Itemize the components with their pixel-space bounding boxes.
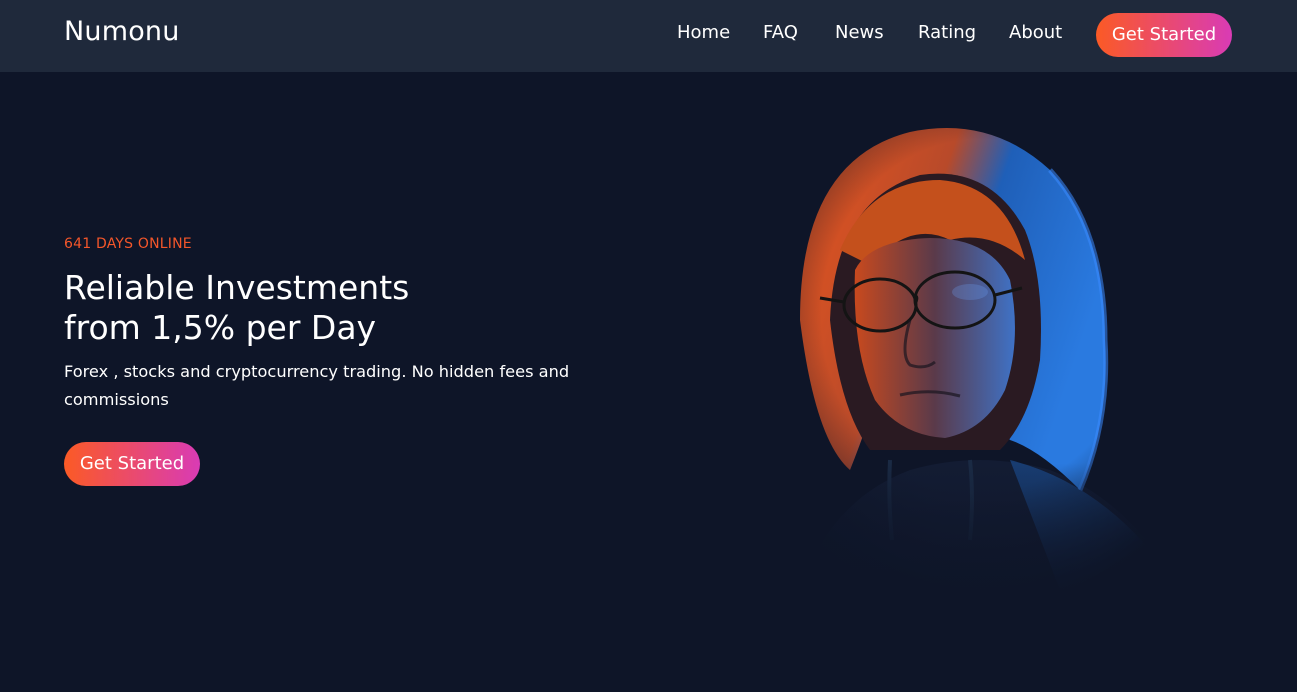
days-online-tagline: 641 DAYS ONLINE: [64, 236, 192, 252]
hero-section: 641 DAYS ONLINE Reliable Investments fro…: [64, 236, 624, 486]
top-navbar: Numonu Home FAQ News Rating About Get St…: [0, 0, 1297, 72]
nav-item-home[interactable]: Home: [677, 22, 730, 43]
hero-headline-line-2: from 1,5% per Day: [64, 308, 377, 347]
hero-get-started-button[interactable]: Get Started: [64, 442, 200, 486]
nav-get-started-button[interactable]: Get Started: [1096, 13, 1232, 57]
nav-item-faq[interactable]: FAQ: [763, 22, 798, 43]
hero-headline-line-1: Reliable Investments: [64, 268, 410, 307]
nav-item-rating[interactable]: Rating: [918, 22, 976, 43]
hero-headline: Reliable Investments from 1,5% per Day: [64, 268, 624, 348]
hero-portrait-image: [760, 120, 1200, 610]
brand-logo[interactable]: Numonu: [64, 16, 180, 47]
hero-subtext: Forex , stocks and cryptocurrency tradin…: [64, 362, 570, 409]
nav-item-about[interactable]: About: [1009, 22, 1062, 43]
nav-item-news[interactable]: News: [835, 22, 884, 43]
